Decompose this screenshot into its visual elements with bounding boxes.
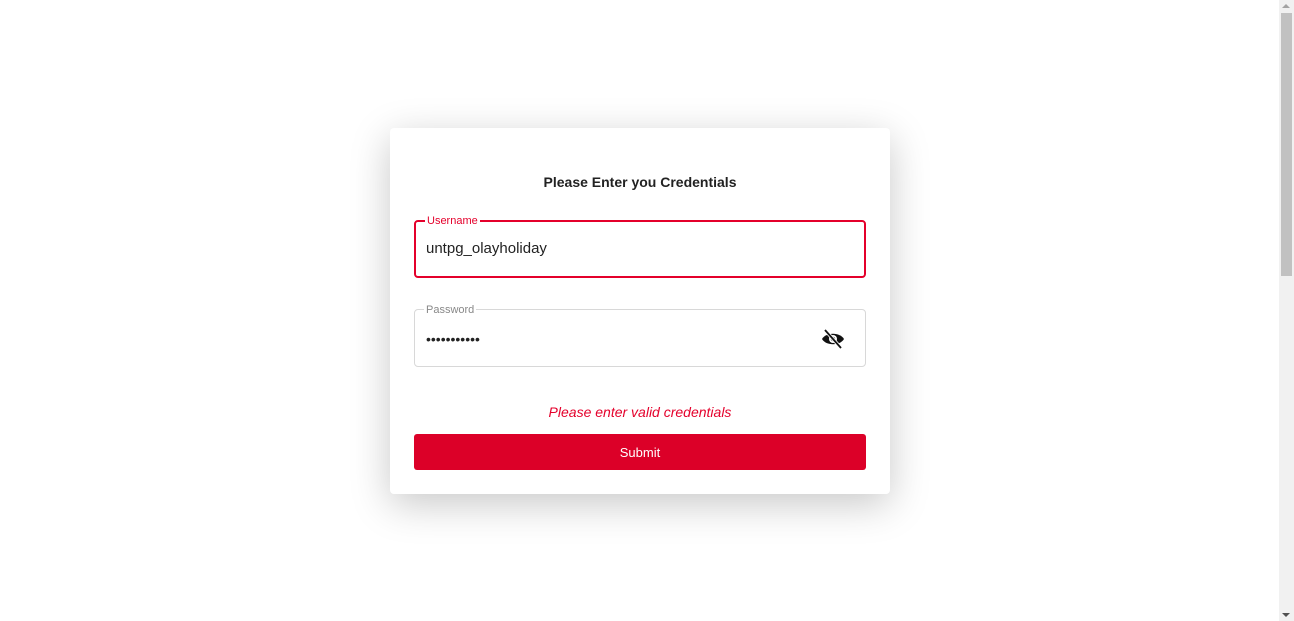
vertical-scrollbar[interactable] <box>1279 0 1294 621</box>
password-label: Password <box>424 303 477 317</box>
submit-button[interactable]: Submit <box>414 434 866 470</box>
username-input[interactable] <box>426 240 806 257</box>
username-label: Username <box>425 214 480 228</box>
login-card: Please Enter you Credentials Username Pa… <box>390 128 890 494</box>
password-input[interactable]: ••••••••••• <box>426 331 806 347</box>
page-title: Please Enter you Credentials <box>543 174 737 190</box>
eye-slash-icon[interactable] <box>821 328 845 350</box>
error-message: Please enter valid credentials <box>548 404 732 420</box>
username-field[interactable]: Username <box>414 214 866 278</box>
scroll-up-arrow-icon[interactable] <box>1282 4 1290 8</box>
password-field[interactable]: Password ••••••••••• <box>414 303 866 367</box>
scroll-down-arrow-icon[interactable] <box>1282 613 1290 617</box>
scrollbar-thumb[interactable] <box>1281 13 1292 276</box>
